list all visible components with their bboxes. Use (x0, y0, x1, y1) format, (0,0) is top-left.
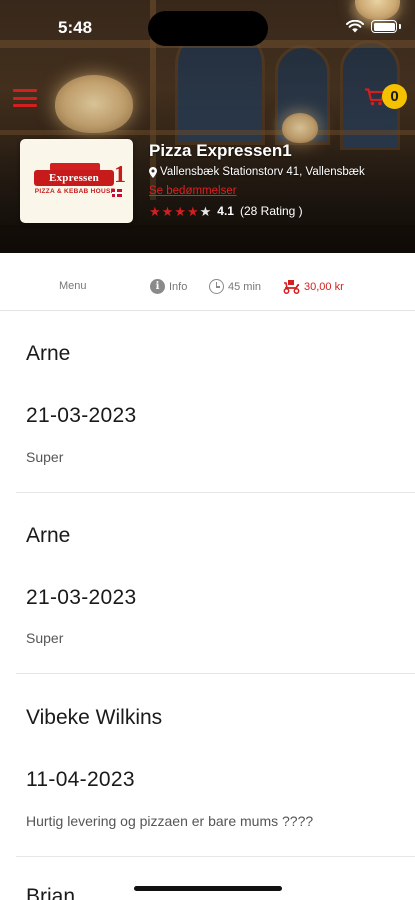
rating-count: (28 Rating ) (239, 204, 303, 218)
delivery-time: 45 min (209, 279, 261, 294)
star-filled-icon: ★ (149, 203, 161, 219)
rating-stars: ★ ★ ★ ★ ★ (149, 205, 211, 218)
star-empty-icon: ★ (199, 203, 212, 219)
tab-menu[interactable]: Menu (59, 280, 87, 292)
review-text: Hurtig levering og pizzaen er bare mums … (26, 813, 314, 829)
delivery-time-label: 45 min (228, 280, 262, 293)
review-date: 21-03-2023 (26, 404, 137, 427)
review-author: Arne (26, 342, 71, 365)
restaurant-address-row: Vallensbæk Stationstorv 41, Vallensbæk (149, 166, 365, 178)
review-item: Arne 21-03-2023 Super (16, 493, 415, 674)
danish-flag-icon (112, 189, 122, 197)
review-date: 11-04-2023 (26, 768, 135, 791)
star-filled-icon: ★ (174, 203, 186, 219)
info-button[interactable]: i Info (150, 279, 187, 294)
logo-number: 1 (114, 162, 126, 188)
clock-icon (209, 279, 224, 294)
review-item: Brian (16, 857, 415, 900)
wifi-icon (346, 20, 364, 33)
review-author: Brian (26, 885, 76, 900)
see-reviews-link[interactable]: Se bedømmelser (149, 185, 237, 197)
delivery-fee-label: 30,00 kr (304, 280, 344, 293)
review-text: Super (26, 630, 64, 646)
restaurant-name: Pizza Expressen1 (149, 141, 292, 160)
logo-main-text: Expressen (34, 170, 114, 186)
rating-row: ★ ★ ★ ★ ★ 4.1 (28 Rating ) (149, 204, 303, 218)
restaurant-address: Vallensbæk Stationstorv 41, Vallensbæk (160, 166, 365, 178)
info-icon: i (150, 279, 165, 294)
restaurant-logo: Expressen 1 PIZZA & KEBAB HOUSE (20, 139, 133, 223)
delivery-scooter-icon (283, 280, 300, 294)
review-text: Super (26, 449, 64, 465)
review-item: Vibeke Wilkins 11-04-2023 Hurtig leverin… (16, 674, 415, 857)
home-indicator (134, 886, 282, 891)
status-icons (346, 20, 401, 33)
star-filled-icon: ★ (186, 203, 199, 219)
logo-sub-text: PIZZA & KEBAB HOUSE (34, 188, 116, 195)
location-pin-icon (149, 166, 157, 178)
cart-button[interactable]: 0 (365, 84, 407, 109)
info-label: Info (169, 280, 188, 293)
review-author: Arne (26, 524, 71, 547)
review-item: Arne 21-03-2023 Super (16, 312, 415, 493)
review-author: Vibeke Wilkins (26, 706, 163, 729)
delivery-fee: 30,00 kr (283, 279, 344, 294)
cart-count-badge: 0 (382, 84, 407, 109)
status-time: 5:48 (58, 18, 93, 37)
restaurant-info-bar: Menu i Info 45 min 30,00 kr (0, 253, 415, 311)
battery-icon (371, 20, 397, 33)
star-filled-icon: ★ (161, 203, 174, 219)
dynamic-island (148, 11, 268, 46)
rating-value: 4.1 (217, 204, 234, 218)
review-date: 21-03-2023 (26, 586, 137, 609)
hamburger-menu-button[interactable] (13, 89, 37, 107)
